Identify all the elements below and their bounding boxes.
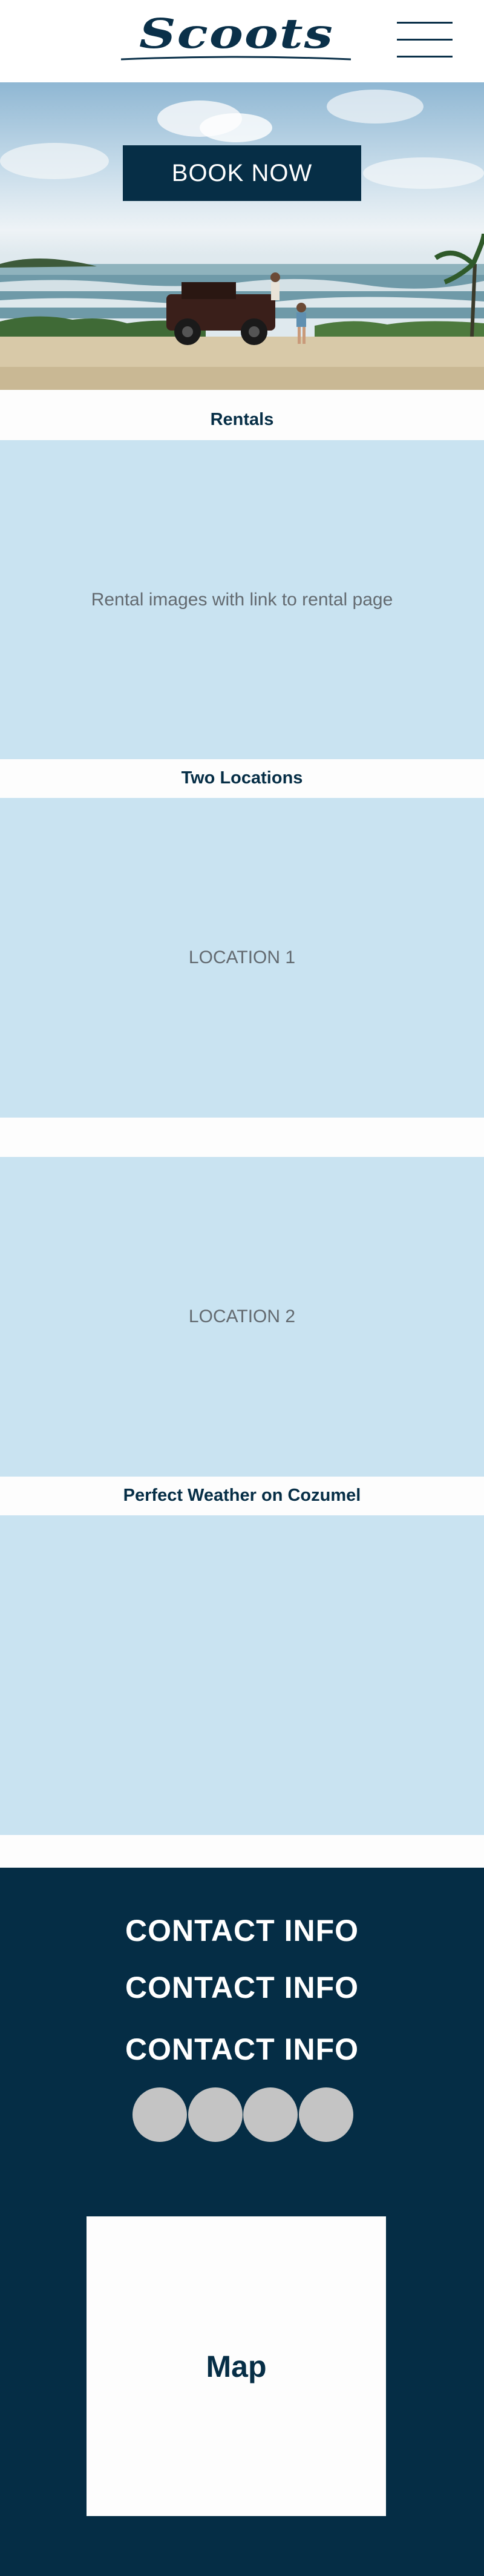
social-icon-2[interactable]: [188, 2087, 243, 2142]
hamburger-menu-icon[interactable]: [397, 21, 453, 59]
site-logo[interactable]: Scoots: [119, 10, 355, 58]
site-header: Scoots: [0, 0, 484, 82]
menu-bar: [397, 56, 453, 58]
location-2-panel[interactable]: LOCATION 2: [0, 1157, 484, 1477]
rentals-heading: Rentals: [0, 401, 484, 438]
book-now-button[interactable]: BOOK NOW: [123, 145, 361, 201]
contact-info-line: CONTACT INFO: [125, 1971, 359, 2004]
rentals-panel[interactable]: Rental images with link to rental page: [0, 440, 484, 760]
locations-heading: Two Locations: [0, 759, 484, 797]
menu-bar: [397, 39, 453, 41]
social-icon-1[interactable]: [132, 2087, 187, 2142]
location-1-panel[interactable]: LOCATION 1: [0, 798, 484, 1118]
map-placeholder[interactable]: Map: [87, 2216, 386, 2516]
contact-info-line: CONTACT INFO: [125, 1914, 359, 1948]
contact-info-line: CONTACT INFO: [125, 2032, 359, 2066]
social-icon-3[interactable]: [243, 2087, 298, 2142]
logo-underline-swash: [121, 56, 351, 61]
weather-heading: Perfect Weather on Cozumel: [0, 1477, 484, 1514]
hero-banner: BOOK NOW: [0, 82, 484, 390]
hero-beach-image: [0, 90, 484, 390]
weather-panel: [0, 1515, 484, 1835]
menu-bar: [397, 22, 453, 24]
social-icon-4[interactable]: [299, 2087, 353, 2142]
